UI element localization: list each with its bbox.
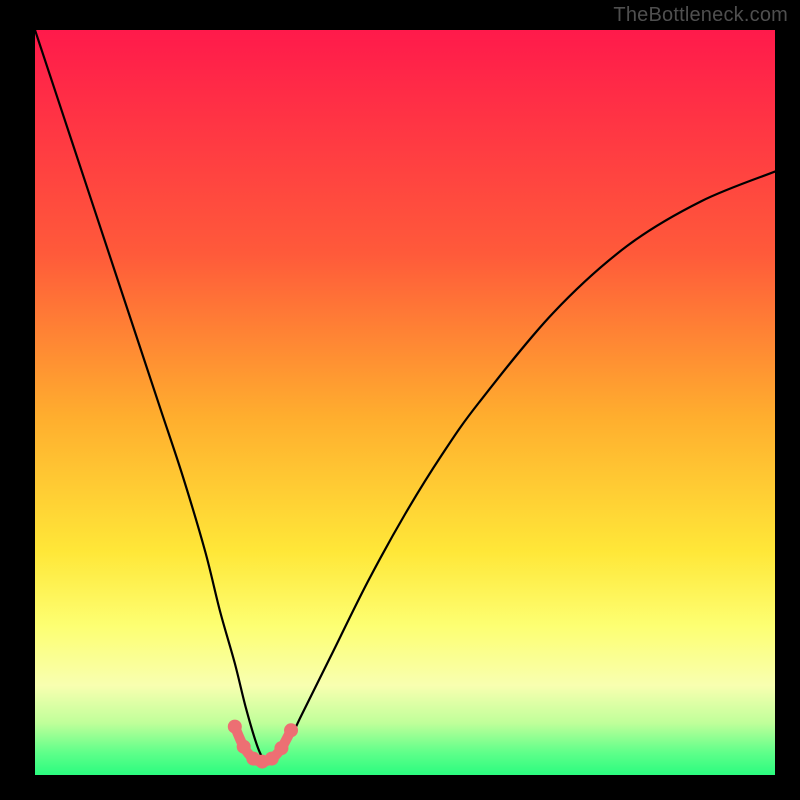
chart-svg: [0, 0, 800, 800]
watermark-text: TheBottleneck.com: [613, 4, 788, 27]
chart-stage: TheBottleneck.com: [0, 0, 800, 800]
plot-background: [35, 30, 775, 775]
